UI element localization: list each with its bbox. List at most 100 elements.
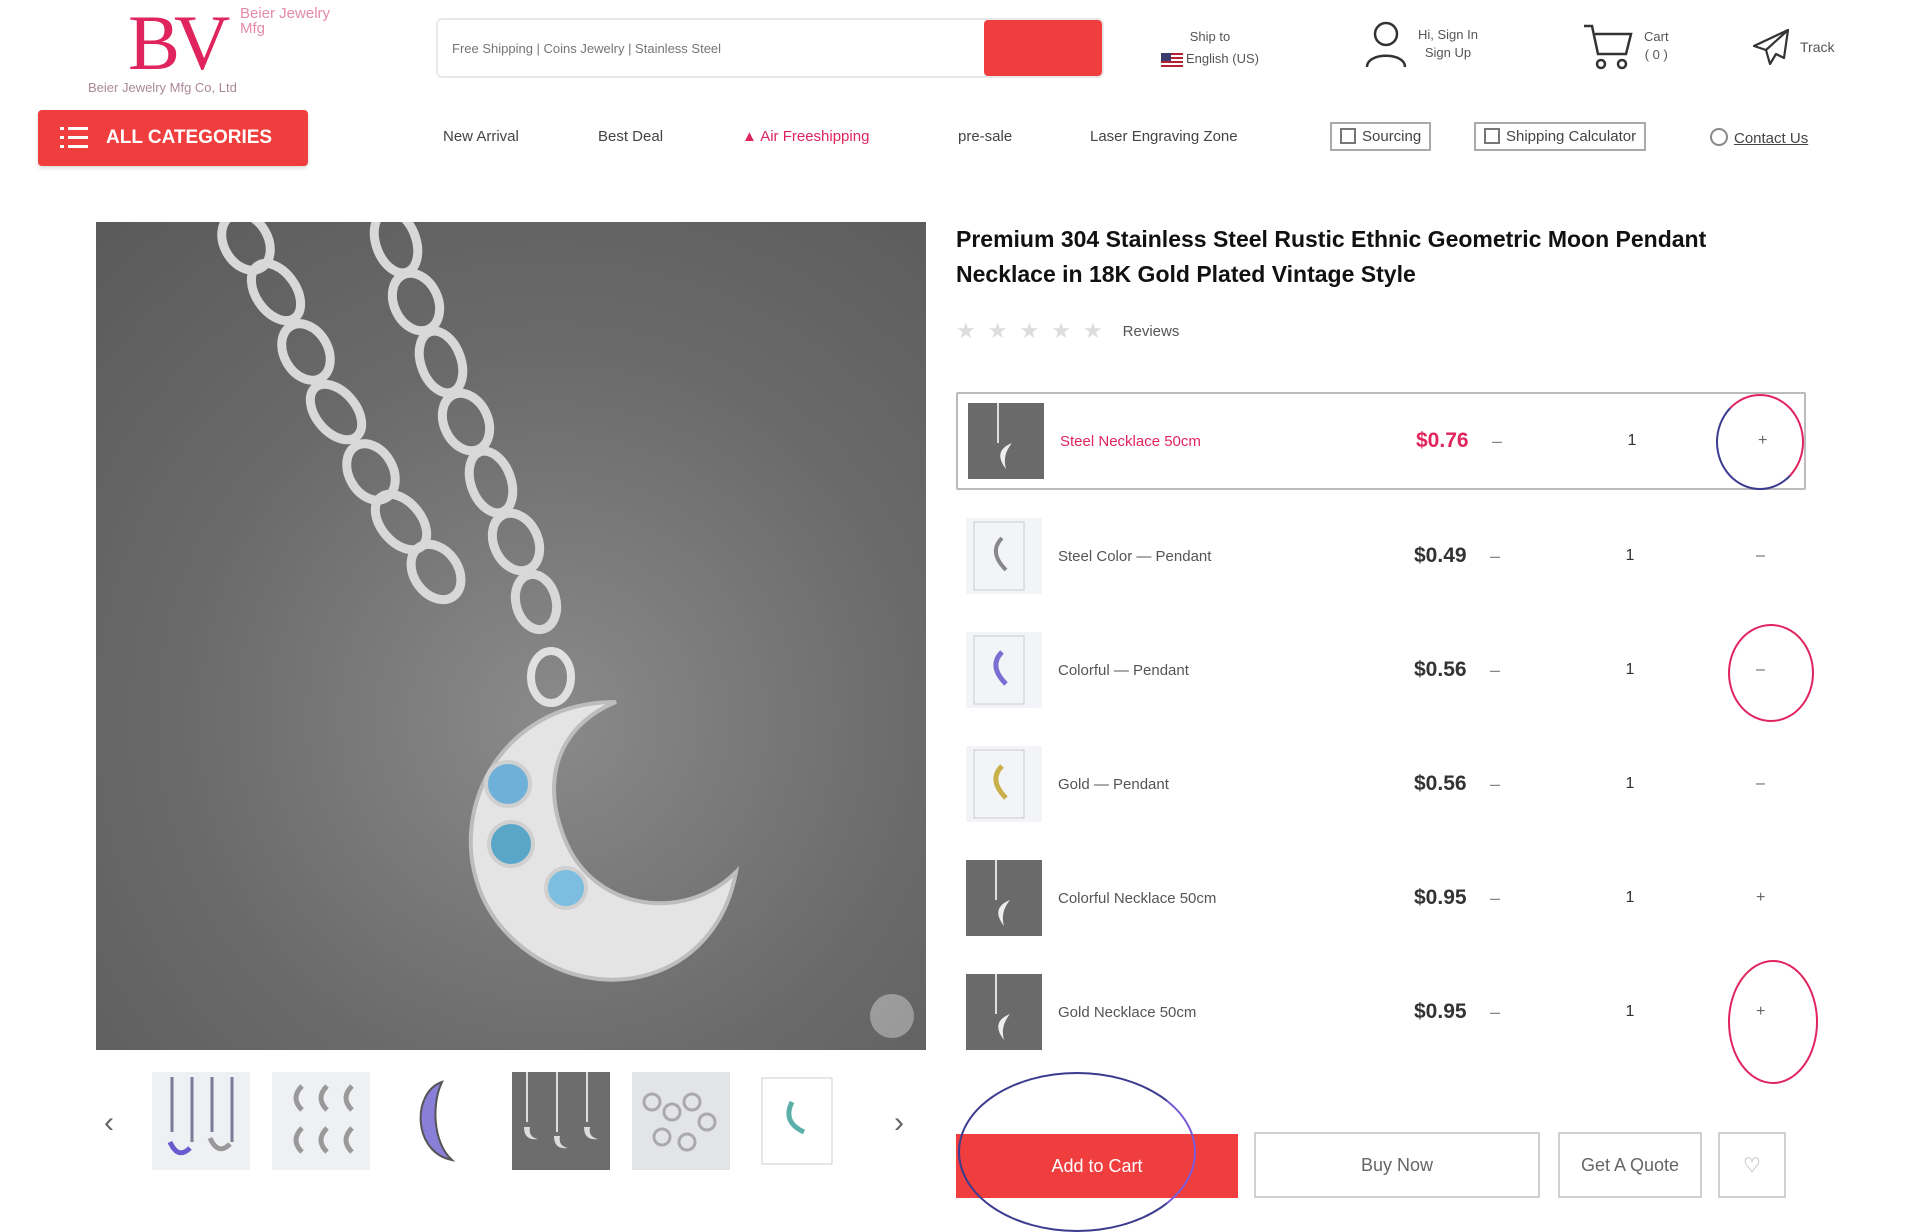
thumbnail-4-selected[interactable]: [512, 1072, 610, 1170]
qty-value[interactable]: 1: [1620, 889, 1640, 907]
star-icon: ★: [1019, 318, 1040, 343]
qty-decrease-button[interactable]: –: [1490, 660, 1500, 681]
fire-icon: ▲: [742, 128, 761, 145]
buy-now-button[interactable]: Buy Now: [1254, 1132, 1540, 1198]
qty-value[interactable]: 1: [1620, 547, 1640, 565]
nav-pre-sale[interactable]: pre-sale: [958, 128, 1012, 145]
zoom-icon[interactable]: [870, 994, 914, 1038]
ship-to-value: English (US): [1186, 51, 1259, 66]
qty-decrease-button[interactable]: –: [1490, 1002, 1500, 1023]
logo-mark: BV: [128, 0, 230, 86]
star-icon: ★: [956, 318, 976, 343]
variant-thumbnail: [968, 403, 1044, 479]
star-icon: ★: [1082, 318, 1103, 343]
qty-increase-button[interactable]: –: [1756, 775, 1765, 793]
qty-decrease-button[interactable]: –: [1490, 546, 1500, 567]
nav-shipping-calculator[interactable]: Shipping Calculator: [1474, 122, 1647, 151]
account-signup: Sign Up: [1424, 45, 1472, 60]
cart-count: ( 0 ): [1644, 47, 1668, 62]
product-main-image[interactable]: [96, 222, 926, 1050]
heart-icon: ♡: [1743, 1154, 1761, 1177]
search-input[interactable]: [438, 20, 984, 76]
cart-icon: [1584, 24, 1633, 70]
variant-price: $0.56: [1414, 658, 1467, 681]
ship-to-label: Ship to: [1189, 29, 1231, 44]
variant-row[interactable]: Steel Necklace 50cm $0.76 – 1 +: [956, 392, 1806, 490]
logo-side-text: Beier Jewelry Mfg: [240, 5, 331, 37]
thumbnail-6[interactable]: [752, 1072, 850, 1170]
qty-value[interactable]: 1: [1620, 1003, 1640, 1021]
variant-price: $0.56: [1414, 772, 1467, 795]
thumbnail-2[interactable]: [272, 1072, 370, 1170]
qty-decrease-button[interactable]: –: [1492, 431, 1502, 452]
thumbnail-1[interactable]: [152, 1072, 250, 1170]
star-icon: ★: [987, 318, 1008, 343]
nav-air-freeshipping-label: Air Freeshipping: [760, 128, 870, 145]
all-categories-label: ALL CATEGORIES: [106, 127, 273, 148]
nav-new-arrival[interactable]: New Arrival: [443, 128, 519, 145]
variant-row[interactable]: Gold Necklace 50cm $0.95 – 1 +: [956, 964, 1806, 1060]
all-categories-button[interactable]: ALL CATEGORIES: [38, 110, 308, 166]
qty-increase-button[interactable]: +: [1758, 432, 1767, 450]
thumbnail-strip: [152, 1072, 850, 1170]
account-signin: Hi, Sign In: [1418, 27, 1478, 42]
thumbnail-5[interactable]: [632, 1072, 730, 1170]
product-title: Premium 304 Stainless Steel Rustic Ethni…: [956, 226, 1707, 287]
menu-list-icon: [60, 125, 88, 151]
variant-thumbnail: [966, 518, 1042, 594]
qty-value[interactable]: 1: [1620, 661, 1640, 679]
qty-increase-button[interactable]: –: [1756, 661, 1765, 679]
qty-decrease-button[interactable]: –: [1490, 774, 1500, 795]
search-bar: [436, 18, 1104, 78]
qty-increase-button[interactable]: +: [1756, 889, 1765, 907]
user-icon: [1365, 21, 1407, 68]
qty-decrease-button[interactable]: –: [1490, 888, 1500, 909]
cart-link[interactable]: Cart ( 0 ): [1582, 20, 1669, 72]
rating-stars[interactable]: ★ ★ ★ ★ ★ Reviews: [956, 318, 1179, 344]
variant-row[interactable]: Steel Color — Pendant $0.49 – 1 –: [956, 508, 1806, 604]
variant-row[interactable]: Colorful Necklace 50cm $0.95 – 1 +: [956, 850, 1806, 946]
variant-name: Steel Necklace 50cm: [1060, 432, 1201, 450]
track-label: Track: [1800, 39, 1835, 55]
nav-sourcing-label: Sourcing: [1362, 128, 1422, 145]
thumbnail-3[interactable]: [392, 1072, 490, 1170]
nav-shipping-calculator-label: Shipping Calculator: [1506, 128, 1637, 145]
reviews-link[interactable]: Reviews: [1123, 323, 1180, 340]
nav-best-deal[interactable]: Best Deal: [598, 128, 663, 145]
nav-laser-engraving[interactable]: Laser Engraving Zone: [1090, 128, 1238, 145]
wishlist-button[interactable]: ♡: [1718, 1132, 1786, 1198]
variant-name: Gold — Pendant: [1058, 775, 1169, 793]
variant-thumbnail: [966, 746, 1042, 822]
qty-value[interactable]: 1: [1620, 775, 1640, 793]
variant-name: Colorful Necklace 50cm: [1058, 889, 1217, 907]
nav-contact-us-label: Contact Us: [1734, 130, 1809, 147]
nav-sourcing[interactable]: Sourcing: [1330, 122, 1432, 151]
headset-icon: [1710, 128, 1728, 146]
qty-value[interactable]: 1: [1622, 432, 1642, 450]
thumb-next-arrow[interactable]: ›: [894, 1106, 904, 1140]
variant-price: $0.49: [1414, 544, 1467, 567]
variant-price: $0.76: [1416, 429, 1469, 452]
add-to-cart-button[interactable]: Add to Cart: [956, 1134, 1238, 1198]
scan-icon: [1340, 128, 1356, 144]
nav-air-freeshipping[interactable]: ▲ Air Freeshipping: [742, 128, 869, 145]
variant-row[interactable]: Colorful — Pendant $0.56 – 1 –: [956, 622, 1806, 718]
get-quote-button[interactable]: Get A Quote: [1558, 1132, 1702, 1198]
nav-contact-us[interactable]: Contact Us: [1710, 128, 1808, 147]
account-link[interactable]: Hi, Sign In Sign Up: [1364, 20, 1478, 68]
variant-name: Colorful — Pendant: [1058, 661, 1189, 679]
search-button[interactable]: [984, 20, 1102, 76]
moon-necklace-photo: [217, 222, 740, 982]
ship-to-selector[interactable]: Ship to English (US): [1150, 26, 1270, 70]
variant-thumbnail: [966, 974, 1042, 1050]
variant-row[interactable]: Gold — Pendant $0.56 – 1 –: [956, 736, 1806, 832]
site-logo[interactable]: BV Beier Jewelry Mfg Beier Jewelry Mfg C…: [88, 0, 338, 100]
qty-increase-button[interactable]: +: [1756, 1003, 1765, 1021]
variant-price: $0.95: [1414, 886, 1467, 909]
us-flag-icon: [1161, 52, 1184, 67]
cart-label: Cart: [1644, 29, 1669, 44]
qty-increase-button[interactable]: –: [1756, 547, 1765, 565]
logo-tagline: Beier Jewelry Mfg Co, Ltd: [88, 80, 237, 95]
thumb-prev-arrow[interactable]: ‹: [104, 1106, 114, 1140]
track-link[interactable]: Track: [1750, 26, 1834, 68]
